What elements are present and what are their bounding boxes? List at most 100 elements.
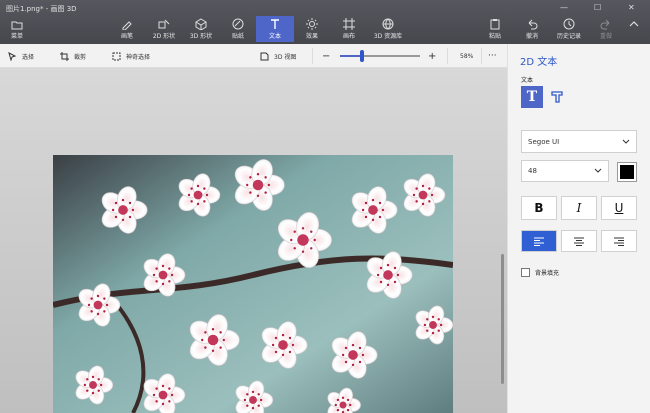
stamen: [105, 303, 109, 307]
tool-2d-shapes[interactable]: 2D 形状: [145, 16, 183, 42]
color-fill: [620, 165, 634, 179]
stamen: [161, 402, 165, 406]
2d-text-button[interactable]: T: [521, 86, 543, 108]
zoom-out-button[interactable]: −: [322, 49, 330, 63]
tool-label: 3D 形状: [189, 33, 213, 40]
blossom-center: [348, 350, 358, 360]
tool-effects[interactable]: 效果: [293, 16, 331, 42]
tool-label: 3D 资源库: [373, 33, 403, 40]
tool-canvas[interactable]: 画布: [330, 16, 368, 42]
close-button[interactable]: ✕: [628, 3, 635, 12]
stamen: [344, 346, 348, 350]
background-fill-checkbox[interactable]: 背景填充: [521, 268, 559, 277]
stamen: [421, 184, 425, 188]
magic-select-icon: [112, 52, 121, 60]
stamen: [243, 398, 247, 402]
more-options-button[interactable]: ···: [488, 49, 497, 63]
stamen: [114, 215, 118, 219]
sticker-icon: [232, 18, 244, 30]
stamen: [257, 393, 260, 396]
stamen: [376, 273, 380, 277]
stamen: [288, 350, 292, 354]
align-right-button[interactable]: [601, 230, 637, 252]
stamen: [371, 198, 375, 202]
collapse-toolbar-button[interactable]: [622, 16, 646, 42]
stamen: [301, 250, 305, 253]
crop-button[interactable]: 裁剪: [60, 49, 86, 63]
canvas-image[interactable]: [53, 155, 453, 413]
stamen: [346, 398, 350, 402]
stamen: [201, 338, 204, 342]
stamen: [251, 406, 255, 410]
stamen: [161, 282, 165, 286]
stamen: [97, 389, 100, 392]
underline-button[interactable]: U: [601, 196, 637, 220]
stamen: [86, 378, 89, 381]
stamen: [249, 191, 252, 194]
sub-toolbar: 选择 裁剪 神奇选择 3D 视图 − + 58% ···: [0, 44, 507, 68]
paste-button[interactable]: 粘贴: [476, 16, 514, 42]
stamen: [196, 202, 200, 206]
stamen: [103, 297, 106, 300]
tool-label: 贴纸: [231, 33, 244, 40]
stamen: [111, 208, 115, 212]
stamen: [281, 333, 285, 337]
stamen: [203, 187, 206, 190]
tool-label: 效果: [305, 33, 318, 40]
shapes-2d-icon: [158, 19, 170, 29]
library-icon: [382, 18, 394, 30]
italic-button[interactable]: I: [561, 196, 597, 220]
zoom-percent[interactable]: 58%: [460, 49, 473, 63]
stamen: [351, 363, 355, 367]
cube-icon: [195, 18, 207, 30]
font-size-select[interactable]: 48: [521, 160, 609, 182]
history-button[interactable]: 历史记录: [550, 16, 588, 42]
menu-button[interactable]: 菜单: [6, 18, 28, 40]
font-family-select[interactable]: Segoe UI: [521, 130, 637, 153]
stamen: [219, 331, 222, 334]
undo-icon: [528, 19, 538, 30]
stamen: [168, 387, 171, 390]
zoom-slider[interactable]: [340, 50, 420, 62]
tool-text[interactable]: 文本: [256, 16, 294, 42]
bold-button[interactable]: B: [521, 196, 557, 220]
sun-icon: [306, 18, 318, 30]
stamen: [87, 303, 91, 307]
history-icon: [563, 18, 575, 30]
maximize-button[interactable]: ☐: [594, 3, 601, 12]
stamen: [264, 176, 267, 179]
magic-select-button[interactable]: 神奇选择: [112, 49, 150, 63]
chevron-up-icon: [629, 21, 639, 27]
vertical-scrollbar[interactable]: [501, 254, 504, 384]
folder-icon: [11, 21, 23, 30]
paste-icon: [490, 19, 500, 30]
view-3d-button[interactable]: 3D 视图: [260, 49, 296, 63]
stamen: [222, 338, 225, 342]
zoom-in-button[interactable]: +: [428, 49, 436, 63]
stamen: [426, 329, 429, 332]
tool-brushes[interactable]: 画笔: [108, 16, 146, 42]
blossom-center: [118, 205, 128, 215]
tool-stickers[interactable]: 贴纸: [219, 16, 257, 42]
tool-3d-library[interactable]: 3D 资源库: [367, 16, 409, 42]
align-center-button[interactable]: [561, 230, 597, 252]
tool-label: 粘贴: [488, 33, 501, 40]
zoom-slider-thumb[interactable]: [360, 50, 365, 62]
redo-button[interactable]: 重做: [587, 16, 625, 42]
menu-label: 菜单: [10, 33, 23, 40]
select-button[interactable]: 选择: [8, 49, 34, 63]
font-size-value: 48: [528, 167, 537, 175]
blossom-center: [297, 234, 309, 246]
stamen: [96, 312, 100, 316]
stamen: [364, 201, 368, 205]
align-left-button[interactable]: [521, 230, 557, 252]
text-t-icon: T: [526, 89, 538, 105]
minimize-button[interactable]: —: [560, 3, 568, 12]
text-color-swatch[interactable]: [617, 162, 637, 182]
3d-text-button[interactable]: [546, 86, 568, 108]
undo-button[interactable]: 撤消: [513, 16, 551, 42]
stamen: [211, 349, 215, 352]
tool-label: 2D 形状: [152, 33, 176, 40]
tool-3d-shapes[interactable]: 3D 形状: [182, 16, 220, 42]
blossom-center: [252, 179, 264, 191]
